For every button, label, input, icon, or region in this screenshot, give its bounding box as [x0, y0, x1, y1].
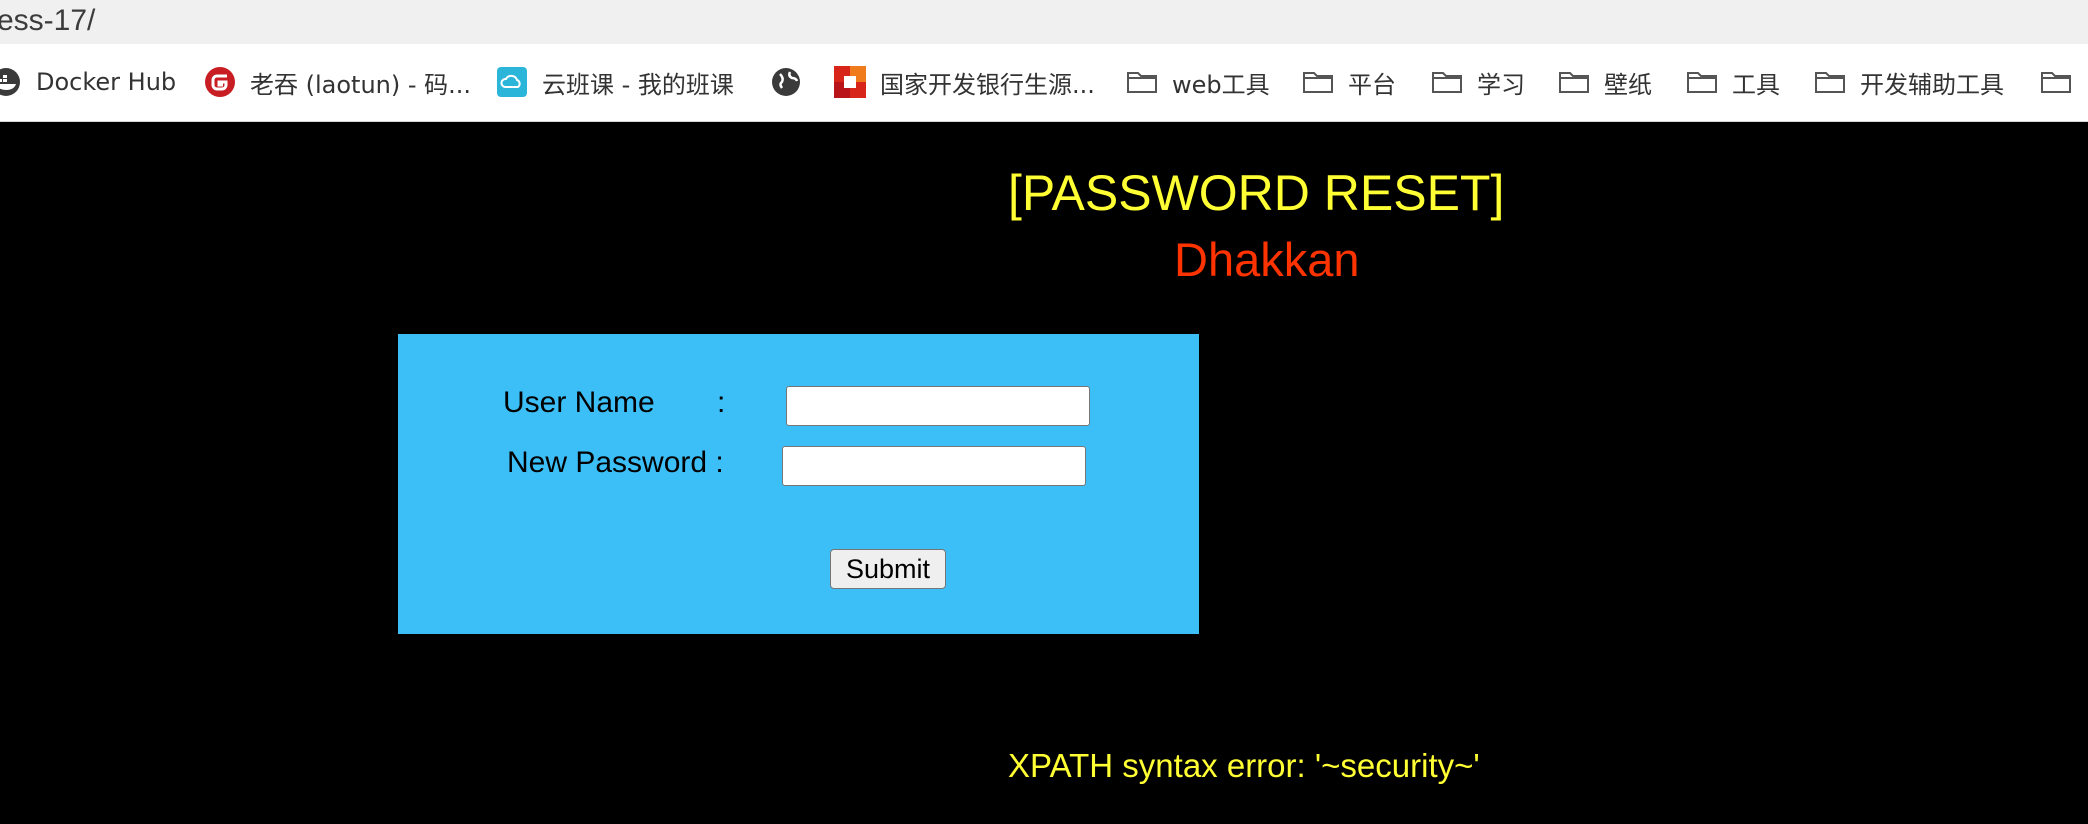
docker-icon	[0, 66, 22, 98]
bookmark-label: web工具	[1172, 70, 1270, 99]
folder-icon	[1302, 66, 1334, 98]
bookmark-label: 国家开发银行生源...	[880, 70, 1095, 99]
cloud-class-icon	[496, 66, 528, 98]
globe-icon	[770, 66, 802, 98]
bookmark-label: 壁纸	[1604, 70, 1652, 99]
username-input[interactable]	[786, 386, 1090, 426]
bookmark-folder-platform[interactable]: 平台	[1302, 62, 1396, 102]
bookmark-folder-study[interactable]: 学习	[1431, 62, 1525, 102]
folder-icon	[1558, 66, 1590, 98]
bookmark-folder-tools[interactable]: 工具	[1686, 62, 1780, 102]
bookmark-label: 学习	[1477, 70, 1525, 99]
bookmark-label: 老吞 (laotun) - 码...	[250, 70, 472, 99]
bookmark-label: Docker Hub	[36, 68, 177, 96]
bookmark-folder-dev-tools[interactable]: 开发辅助工具	[1814, 62, 2004, 102]
new-password-label: New Password :	[507, 446, 724, 479]
folder-icon	[1686, 66, 1718, 98]
username-label: User Name	[503, 386, 655, 419]
url-text[interactable]: ess-17/	[0, 4, 95, 38]
bookmark-folder-overflow[interactable]	[2040, 62, 2072, 102]
username-colon: :	[717, 386, 726, 419]
bookmark-label: 工具	[1732, 70, 1780, 99]
bookmark-globe[interactable]	[770, 62, 802, 102]
bookmark-folder-web-tools[interactable]: web工具	[1126, 62, 1270, 102]
address-bar[interactable]: ess-17/	[0, 0, 2088, 44]
submit-button[interactable]: Submit	[830, 549, 946, 589]
folder-icon	[1126, 66, 1158, 98]
bookmark-docker-hub[interactable]: Docker Hub	[0, 62, 176, 102]
gitee-icon	[204, 66, 236, 98]
folder-icon	[2040, 66, 2072, 98]
bookmark-cdb[interactable]: 国家开发银行生源...	[834, 62, 1095, 102]
bookmark-label: 平台	[1348, 70, 1396, 99]
bookmark-cloud-class[interactable]: 云班课 - 我的班课	[496, 62, 734, 102]
page-title: [PASSWORD RESET]	[1008, 165, 1505, 221]
bookmark-label: 开发辅助工具	[1860, 70, 2004, 99]
bookmark-laotun[interactable]: 老吞 (laotun) - 码...	[204, 62, 471, 102]
folder-icon	[1431, 66, 1463, 98]
new-password-input[interactable]	[782, 446, 1086, 486]
folder-icon	[1814, 66, 1846, 98]
error-message: XPATH syntax error: '~security~'	[1008, 747, 1480, 784]
bookmark-folder-wallpaper[interactable]: 壁纸	[1558, 62, 1652, 102]
cdb-icon	[834, 66, 866, 98]
page-subtitle: Dhakkan	[1174, 233, 1360, 286]
bookmark-label: 云班课 - 我的班课	[542, 70, 734, 99]
bookmarks-bar: Docker Hub 老吞 (laotun) - 码... 云班课 - 我的班课…	[0, 44, 2088, 122]
